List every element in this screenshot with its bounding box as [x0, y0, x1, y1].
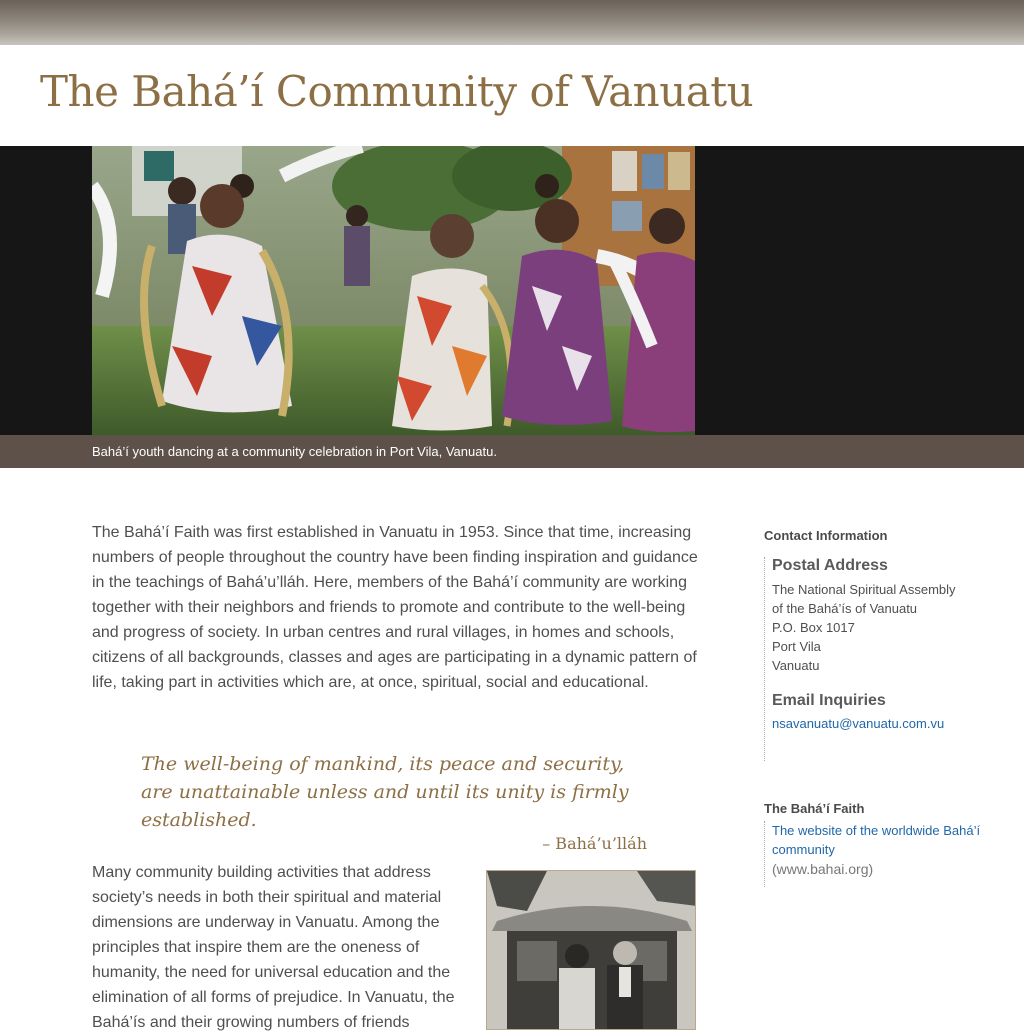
photo-caption: Bahá’í youth dancing at a community cele… [92, 444, 497, 459]
quote-attribution: – Bahá’u’lláh [542, 834, 647, 853]
community-section: Many community building activities that … [92, 860, 472, 1035]
top-banner-bar [0, 0, 1024, 45]
site-title[interactable]: The Bahá’í Community of Vanuatu [40, 67, 754, 116]
hero-photo [92, 146, 695, 435]
bahai-website-link[interactable]: The website of the worldwide Bahá’í comm… [772, 821, 997, 859]
dancers-photo-illustration [92, 146, 695, 435]
intro-section: The Bahá’í Faith was first established i… [92, 520, 704, 695]
intro-paragraph: The Bahá’í Faith was first established i… [92, 524, 698, 691]
faith-block: The website of the worldwide Bahá’í comm… [764, 821, 997, 887]
postal-address: The National Spiritual Assembly of the B… [772, 580, 992, 675]
site-header: The Bahá’í Community of Vanuatu [0, 45, 1024, 146]
address-line: Vanuatu [772, 658, 820, 673]
contact-block: Postal Address The National Spiritual As… [764, 557, 992, 761]
faith-heading: The Bahá’í Faith [764, 801, 865, 816]
address-line: of the Bahá’ís of Vanuatu [772, 601, 918, 616]
historic-photo [486, 870, 696, 1030]
quote-text: The well-being of mankind, its peace and… [141, 753, 629, 831]
address-line: Port Vila [772, 639, 821, 654]
sidebar: Contact Information Postal Address The N… [764, 528, 1004, 887]
pull-quote: The well-being of mankind, its peace and… [141, 750, 651, 853]
email-heading: Email Inquiries [772, 692, 886, 709]
photo-caption-bar: Bahá’í youth dancing at a community cele… [0, 435, 1024, 468]
email-link[interactable]: nsavanuatu@vanuatu.com.vu [772, 716, 944, 731]
historic-photo-illustration [487, 871, 695, 1029]
address-line: P.O. Box 1017 [772, 620, 855, 635]
community-paragraph: Many community building activities that … [92, 864, 455, 1031]
bahai-website-url: (www.bahai.org) [772, 861, 874, 877]
contact-heading: Contact Information [764, 528, 888, 543]
postal-heading: Postal Address [772, 557, 888, 574]
address-line: The National Spiritual Assembly [772, 582, 956, 597]
